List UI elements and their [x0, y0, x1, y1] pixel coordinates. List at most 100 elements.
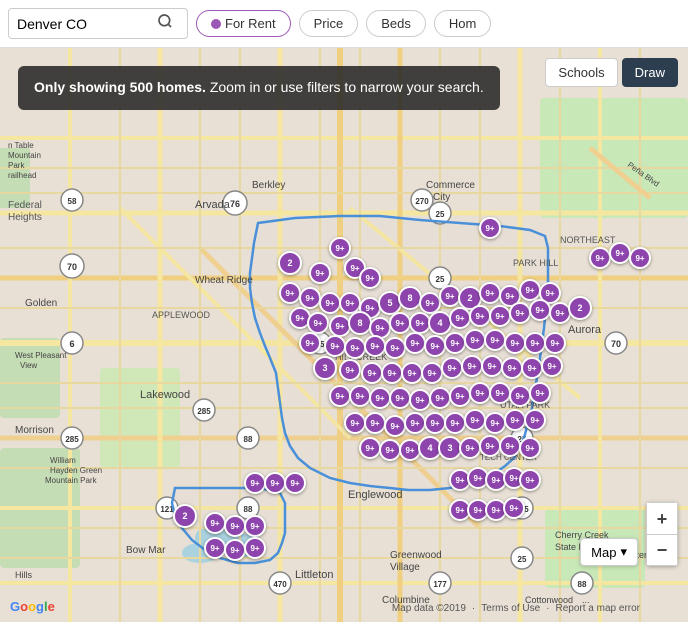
- map-pin[interactable]: 9+: [339, 359, 361, 381]
- map-pin[interactable]: 9+: [244, 472, 266, 494]
- map-pin[interactable]: 9+: [521, 357, 543, 379]
- map-container[interactable]: 70 76 270 58 25 25 6 285 285 121 88 470 …: [0, 48, 688, 622]
- map-pin[interactable]: 9+: [401, 362, 423, 384]
- map-pin[interactable]: 9+: [404, 332, 426, 354]
- zoom-out-button[interactable]: −: [646, 534, 678, 566]
- map-pin[interactable]: 9+: [459, 437, 481, 459]
- map-pin[interactable]: 2: [173, 504, 197, 528]
- map-pin[interactable]: 3: [313, 356, 337, 380]
- map-pin[interactable]: 9+: [429, 387, 451, 409]
- map-pin[interactable]: 9+: [344, 412, 366, 434]
- map-pin[interactable]: 9+: [359, 267, 381, 289]
- schools-button[interactable]: Schools: [545, 58, 617, 87]
- map-pin[interactable]: 9+: [364, 335, 386, 357]
- map-pin[interactable]: 9+: [279, 282, 301, 304]
- map-pin[interactable]: 9+: [324, 335, 346, 357]
- map-pin[interactable]: 9+: [444, 412, 466, 434]
- map-pin[interactable]: 9+: [349, 385, 371, 407]
- map-pin[interactable]: 9+: [244, 515, 266, 537]
- map-pin[interactable]: 9+: [461, 355, 483, 377]
- map-pin[interactable]: 9+: [484, 412, 506, 434]
- map-pin[interactable]: 9+: [299, 332, 321, 354]
- terms-link[interactable]: Terms of Use: [481, 603, 540, 614]
- map-pin[interactable]: 9+: [359, 437, 381, 459]
- map-pin[interactable]: 9+: [489, 305, 511, 327]
- map-pin[interactable]: 9+: [489, 382, 511, 404]
- map-pin[interactable]: 9+: [329, 385, 351, 407]
- map-pin[interactable]: 9+: [544, 332, 566, 354]
- map-pin[interactable]: 9+: [441, 357, 463, 379]
- zoom-in-button[interactable]: +: [646, 502, 678, 534]
- map-pin[interactable]: 9+: [609, 242, 631, 264]
- map-pin[interactable]: 9+: [509, 385, 531, 407]
- map-pin[interactable]: 9+: [504, 332, 526, 354]
- map-pin[interactable]: 9+: [519, 437, 541, 459]
- map-type-button[interactable]: Map ▾: [580, 538, 638, 566]
- map-pin[interactable]: 9+: [529, 382, 551, 404]
- map-pin[interactable]: 9+: [329, 237, 351, 259]
- map-pin[interactable]: 9+: [409, 389, 431, 411]
- map-pin[interactable]: 9+: [464, 409, 486, 431]
- map-pin[interactable]: 9+: [529, 299, 551, 321]
- map-pin[interactable]: 9+: [389, 387, 411, 409]
- map-pin[interactable]: 9+: [389, 312, 411, 334]
- map-pin[interactable]: 9+: [307, 312, 329, 334]
- map-pin[interactable]: 9+: [524, 409, 546, 431]
- map-pin[interactable]: 9+: [589, 247, 611, 269]
- map-pin[interactable]: 9+: [424, 335, 446, 357]
- map-pin[interactable]: 9+: [384, 337, 406, 359]
- map-pin[interactable]: 9+: [499, 435, 521, 457]
- map-pin[interactable]: 9+: [449, 385, 471, 407]
- map-pin[interactable]: 9+: [629, 247, 651, 269]
- map-pin[interactable]: 9+: [503, 497, 525, 519]
- search-icon[interactable]: [157, 13, 173, 34]
- map-pin[interactable]: 9+: [344, 337, 366, 359]
- map-pin[interactable]: 9+: [504, 409, 526, 431]
- map-pin[interactable]: 9+: [541, 355, 563, 377]
- map-pin[interactable]: 9+: [224, 515, 246, 537]
- map-pin[interactable]: 9+: [424, 412, 446, 434]
- map-pin[interactable]: 9+: [309, 262, 331, 284]
- map-pin[interactable]: 9+: [464, 329, 486, 351]
- map-pin[interactable]: 9+: [299, 287, 321, 309]
- search-input[interactable]: Denver CO: [17, 16, 157, 32]
- map-pin[interactable]: 9+: [519, 469, 541, 491]
- map-pin[interactable]: 9+: [384, 415, 406, 437]
- for-rent-button[interactable]: For Rent: [196, 10, 291, 37]
- map-pin[interactable]: 9+: [319, 292, 341, 314]
- price-button[interactable]: Price: [299, 10, 359, 37]
- map-pin[interactable]: 8: [398, 286, 422, 310]
- map-pin[interactable]: 9+: [484, 329, 506, 351]
- map-pin[interactable]: 9+: [469, 382, 491, 404]
- map-pin[interactable]: 9+: [519, 279, 541, 301]
- map-pin[interactable]: 9+: [404, 412, 426, 434]
- report-link[interactable]: Report a map error: [556, 603, 640, 614]
- map-pin[interactable]: 2: [568, 296, 592, 320]
- map-pin[interactable]: 9+: [264, 472, 286, 494]
- map-pin[interactable]: 9+: [444, 332, 466, 354]
- map-pin[interactable]: 9+: [421, 362, 443, 384]
- map-pin[interactable]: 9+: [509, 302, 531, 324]
- map-pin[interactable]: 2: [278, 251, 302, 275]
- map-pin[interactable]: 9+: [524, 332, 546, 354]
- map-pin[interactable]: 9+: [284, 472, 306, 494]
- map-pin[interactable]: 9+: [224, 539, 246, 561]
- map-pin[interactable]: 9+: [369, 387, 391, 409]
- map-pin[interactable]: 9+: [479, 282, 501, 304]
- map-pin[interactable]: 9+: [501, 357, 523, 379]
- beds-button[interactable]: Beds: [366, 10, 426, 37]
- map-pin[interactable]: 9+: [469, 305, 491, 327]
- map-pin[interactable]: 9+: [479, 435, 501, 457]
- map-pin[interactable]: 9+: [204, 537, 226, 559]
- map-pin[interactable]: 9+: [481, 355, 503, 377]
- map-pin[interactable]: 9+: [204, 512, 226, 534]
- map-pin[interactable]: 8: [348, 311, 372, 335]
- map-pin[interactable]: 9+: [364, 412, 386, 434]
- map-pin[interactable]: 9+: [244, 537, 266, 559]
- draw-button[interactable]: Draw: [622, 58, 678, 87]
- map-pin[interactable]: 9+: [379, 439, 401, 461]
- map-pin[interactable]: 9+: [449, 307, 471, 329]
- map-pin[interactable]: 9+: [381, 362, 403, 384]
- map-pin[interactable]: 9+: [479, 217, 501, 239]
- map-pin[interactable]: 9+: [361, 362, 383, 384]
